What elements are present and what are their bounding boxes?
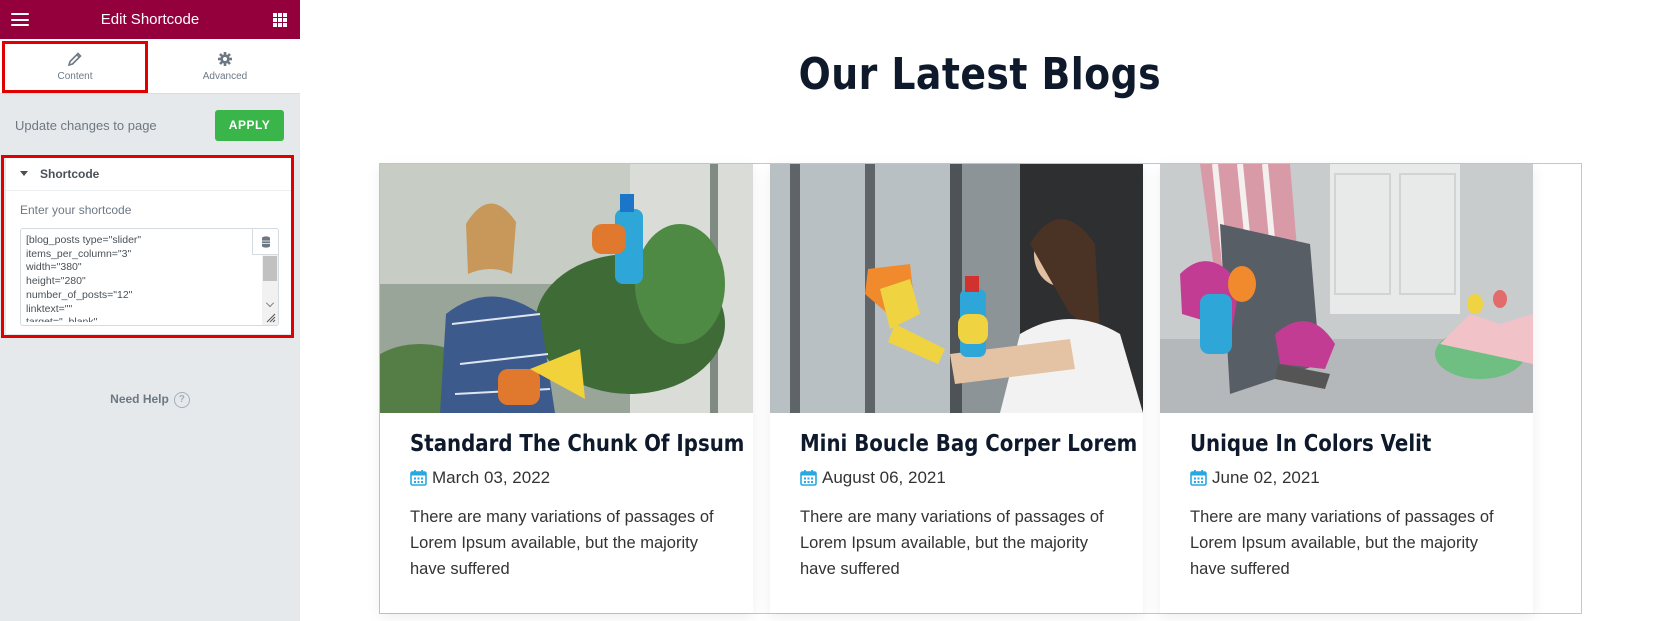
update-row: Update changes to page APPLY [0,109,300,143]
blog-card-date: August 06, 2021 [800,468,946,488]
blog-card[interactable]: Mini Boucle Bag Corper Lorem August 06, … [770,164,1143,613]
panel-header: Edit Shortcode [0,0,300,39]
tab-advanced[interactable]: Advanced [150,39,300,94]
content-tab-highlight [2,41,148,93]
blog-card-date: June 02, 2021 [1190,468,1320,488]
blog-card-title[interactable]: Standard The Chunk Of Ipsum [410,431,744,457]
blog-card-title[interactable]: Mini Boucle Bag Corper Lorem [800,431,1137,457]
page-preview: Our Latest Blogs Standard The Chunk Of I… [300,0,1661,621]
shortcode-section-highlight [1,155,294,338]
calendar-icon [800,470,817,486]
blog-card[interactable]: Unique In Colors Velit June 02, 2021 The… [1160,164,1533,613]
blog-card-date: March 03, 2022 [410,468,550,488]
blog-card-excerpt: There are many variations of passages of… [1190,508,1494,578]
tab-advanced-label: Advanced [202,71,248,82]
blog-card-image[interactable] [770,164,1143,413]
gear-icon [218,52,232,66]
update-text: Update changes to page [15,118,157,133]
calendar-icon [410,470,427,486]
page-heading: Our Latest Blogs [798,49,1162,100]
apply-button[interactable]: APPLY [215,110,284,141]
blog-card-image[interactable] [1160,164,1533,413]
question-circle-icon: ? [173,392,190,408]
editor-panel: Edit Shortcode Content Advanced Update c… [0,0,300,621]
panel-title: Edit Shortcode [100,11,200,28]
blog-card-excerpt: There are many variations of passages of… [410,508,714,578]
widgets-grid-icon[interactable] [273,13,287,27]
blog-card-date-text: August 06, 2021 [822,468,946,487]
blog-card-image[interactable] [380,164,753,413]
blog-card-date-text: June 02, 2021 [1212,468,1320,487]
need-help-label: Need Help [110,392,169,407]
need-help-link[interactable]: Need Help? [0,392,300,408]
calendar-icon [1190,470,1207,486]
blog-card[interactable]: Standard The Chunk Of Ipsum March 03, 20… [380,164,753,613]
blog-card-excerpt: There are many variations of passages of… [800,508,1104,578]
blog-card-title[interactable]: Unique In Colors Velit [1190,431,1431,457]
blog-card-date-text: March 03, 2022 [432,468,551,487]
